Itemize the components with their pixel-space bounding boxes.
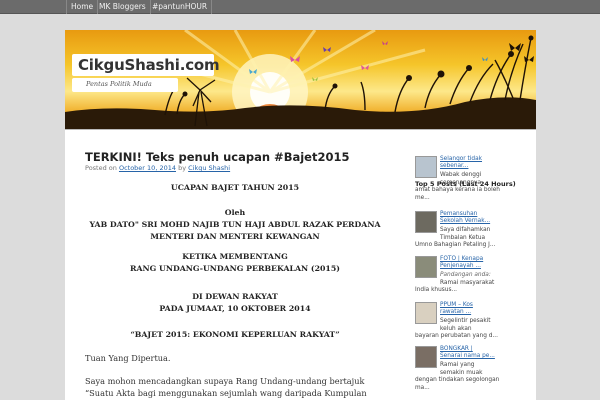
nav-mk-bloggers[interactable]: MK Bloggers	[95, 0, 151, 14]
top-post-item[interactable]: FOTO | Kenapa Penjenayah ... Pandangan an…	[415, 256, 525, 306]
speech-heading-line: Oleh	[224, 208, 246, 217]
top-post-item[interactable]: Selangor tidak sebenar... Wabak denggi sem…	[415, 156, 525, 206]
top-post-excerpt: Umno Bahagian Petaling J...	[415, 242, 496, 248]
top-post-link[interactable]: Selangor tidak sebenar...	[440, 156, 520, 171]
post-thumbnail[interactable]	[415, 346, 437, 368]
speech-heading-line: MENTERI DAN MENTERI KEWANGAN	[150, 232, 320, 241]
top-post-item[interactable]: PPUM – Kos rawatan ... Segelintir pesakit…	[415, 302, 525, 352]
speech-paragraph-line: “Suatu Akta bagi menggunakan sejumlah wa…	[85, 388, 367, 398]
speech-heading-line: YAB DATO" SRI MOHD NAJIB TUN HAJI ABDUL …	[89, 220, 381, 229]
post-meta: Posted on October 10, 2014 by Cikgu Shas…	[85, 164, 230, 172]
speech-heading-line: RANG UNDANG-UNDANG PERBEKALAN (2015)	[130, 264, 340, 273]
post-author-link[interactable]: Cikgu Shashi	[188, 164, 230, 172]
top-post-excerpt: Saya difahamkan Timbalan Ketua	[440, 227, 491, 241]
post-meta-by: by	[178, 164, 187, 172]
post-thumbnail[interactable]	[415, 156, 437, 178]
top-post-link[interactable]: FOTO | Kenapa Penjenayah ...	[440, 256, 520, 271]
speech-theme-line: “BAJET 2015: EKONOMI KEPERLUAN RAKYAT”	[130, 330, 340, 339]
speech-salutation: Tuan Yang Dipertua.	[85, 353, 171, 363]
nav-home[interactable]: Home	[66, 0, 99, 14]
top-post-excerpt: India khusus...	[415, 287, 458, 293]
post-meta-prefix: Posted on	[85, 164, 117, 172]
top-post-excerpt: Wabak denggi semenangnya	[440, 172, 482, 186]
nav-pantunhour[interactable]: #pantunHOUR	[148, 0, 213, 14]
speech-heading-line: PADA JUMAAT, 10 OKTOBER 2014	[159, 304, 311, 313]
top-post-excerpt: Segelintir pesakit keluh akan	[440, 318, 491, 332]
post-thumbnail[interactable]	[415, 302, 437, 324]
top-post-item[interactable]: Pemansuhan Sekolah Vernak... Saya difaham…	[415, 211, 525, 261]
top-post-link[interactable]: PPUM – Kos rawatan ...	[440, 302, 520, 317]
speech-heading-line: DI DEWAN RAKYAT	[192, 292, 278, 301]
post-date-link[interactable]: October 10, 2014	[119, 164, 176, 172]
top-nav: Home MK Bloggers #pantunHOUR	[0, 0, 600, 14]
post-title[interactable]: TERKINI! Teks penuh ucapan #Bajet2015	[85, 150, 349, 164]
top-post-excerpt: bayaran perubatan yang d...	[415, 333, 498, 339]
speech-heading-line: UCAPAN BAJET TAHUN 2015	[170, 183, 300, 192]
top-post-item[interactable]: BONGKAR | Senarai nama pe... Ramai yang se…	[415, 346, 525, 396]
speech-heading-line: KETIKA MEMBENTANG	[182, 252, 288, 261]
speech-paragraph-line: Saya mohon mencadangkan supaya Rang Unda…	[85, 376, 365, 386]
top-post-excerpt: dengan tindakan segolongan ma...	[415, 377, 500, 391]
top-post-excerpt: Ramai yang semakin muak	[440, 362, 483, 376]
post-thumbnail[interactable]	[415, 211, 437, 233]
top-post-excerpt: amat bahaya kerana ia boleh me...	[415, 187, 500, 201]
top-post-link[interactable]: Pemansuhan Sekolah Vernak...	[440, 211, 520, 226]
top-post-excerpt: Pandangan anda: Ramai masyarakat	[440, 272, 495, 286]
top-post-link[interactable]: BONGKAR | Senarai nama pe...	[440, 346, 520, 361]
post-thumbnail[interactable]	[415, 256, 437, 278]
